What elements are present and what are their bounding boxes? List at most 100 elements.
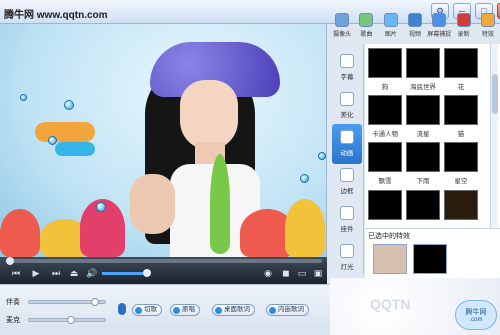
effect-thumbnail[interactable] (368, 142, 402, 172)
video-subject-face (180, 80, 238, 150)
original-vocal-icon (173, 307, 180, 314)
tab-animation[interactable]: 动画 (332, 124, 362, 164)
tab-label: 美化 (340, 112, 354, 119)
effect-thumbnail[interactable] (406, 48, 440, 78)
fish-decoration (35, 122, 95, 142)
original-vocal-button[interactable]: 原唱 (170, 304, 200, 316)
bubble-decoration (300, 174, 309, 183)
effects-icon (480, 13, 495, 27)
seek-knob[interactable] (6, 257, 14, 265)
effect-thumbnail[interactable] (406, 190, 440, 220)
desktop-lyrics-button[interactable]: 桌面歌词 (212, 304, 255, 316)
tool-label: 图片 (384, 32, 397, 38)
embedded-lyrics-button[interactable]: 内嵌歌词 (266, 304, 309, 316)
play-button[interactable]: ▶ (30, 268, 42, 279)
switch-song-icon (135, 307, 142, 314)
effect-thumbnail[interactable] (406, 95, 440, 125)
scrollbar-thumb[interactable] (492, 74, 498, 114)
embedded-lyrics-icon (269, 307, 276, 314)
effect-thumbnail[interactable] (444, 142, 478, 172)
beautify-icon (340, 92, 354, 106)
bubble-decoration (48, 136, 57, 145)
desktop-lyrics-icon (215, 307, 222, 314)
app-window: 腾牛网 www.qqtn.com ⚙ ─ □ ✕ 摄像头 歌曲 图片 视频 屏幕… (0, 0, 500, 335)
tool-video[interactable]: 视频 (403, 12, 427, 42)
bubble-decoration (64, 100, 74, 110)
mic-slider[interactable] (28, 316, 106, 324)
effect-caption: 流星 (416, 131, 430, 138)
selected-effects-title: 已选中的特效 (368, 233, 410, 240)
effect-caption: 飘雪 (378, 178, 392, 185)
eject-button[interactable]: ⏏ (68, 268, 80, 279)
music-note-icon (359, 13, 374, 27)
coral-decoration (210, 154, 230, 254)
tab-beautify[interactable]: 美化 (332, 86, 362, 126)
tab-light[interactable]: 灯光 (332, 238, 362, 278)
effect-thumbnail[interactable] (444, 95, 478, 125)
volume-icon[interactable]: 🔊 (86, 268, 98, 279)
microphone-icon[interactable] (118, 303, 126, 315)
tab-label: 灯光 (340, 264, 354, 271)
effect-thumbnail[interactable] (368, 95, 402, 125)
button-label: 内嵌歌词 (278, 306, 304, 313)
fullscreen-icon[interactable]: ▭ (296, 268, 308, 279)
bubble-decoration (96, 202, 106, 212)
button-label: 切歌 (144, 306, 157, 313)
tab-subtitle[interactable]: 字幕 (332, 48, 362, 88)
tool-label: 歌曲 (360, 32, 373, 38)
mixer-panel: 伴奏 麦克 切歌 原唱 桌面歌词 内嵌歌词 (0, 284, 330, 335)
volume-slider[interactable] (102, 269, 151, 277)
selected-effect-item[interactable] (413, 244, 447, 274)
seek-bar[interactable] (6, 257, 322, 265)
effect-caption: 卡通人物 (372, 131, 398, 138)
selected-effect-item[interactable] (373, 244, 407, 274)
prev-button[interactable]: ⏮ (10, 268, 22, 279)
volume-fill (102, 272, 146, 275)
next-button[interactable]: ⏭ (50, 268, 62, 279)
tab-pendant[interactable]: 挂件 (332, 200, 362, 240)
tool-music[interactable]: 歌曲 (354, 12, 378, 42)
subtitle-icon (340, 54, 354, 68)
effect-thumbnail[interactable] (444, 190, 478, 220)
switch-song-button[interactable]: 切歌 (132, 304, 162, 316)
mic-label: 麦克 (6, 317, 20, 324)
effect-caption: 海底世界 (410, 84, 436, 91)
tool-screen-capture[interactable]: 屏幕捕捉 (427, 12, 451, 42)
effects-scrollbar[interactable] (490, 44, 498, 228)
tool-effects[interactable]: 特效 (476, 12, 500, 42)
video-icon (407, 13, 422, 27)
mic-knob[interactable] (67, 316, 75, 324)
display-icon[interactable]: ▣ (312, 268, 324, 279)
camera-icon (335, 13, 350, 27)
effect-thumbnail[interactable] (368, 190, 402, 220)
tool-label: 特效 (481, 32, 494, 38)
tool-camera[interactable]: 摄像头 (330, 12, 354, 42)
site-watermark: 腾牛网 www.qqtn.com (4, 10, 108, 21)
effect-thumbnail[interactable] (444, 48, 478, 78)
tab-label: 边框 (340, 188, 354, 195)
effect-thumbnail[interactable] (406, 142, 440, 172)
coral-decoration (0, 209, 40, 257)
tool-picture[interactable]: 图片 (379, 12, 403, 42)
qqtn-logo-text: QQTN (370, 296, 411, 312)
bubble-decoration (20, 94, 27, 101)
accompany-knob[interactable] (91, 298, 99, 306)
volume-knob[interactable] (143, 269, 151, 277)
tab-frame[interactable]: 边框 (332, 162, 362, 202)
accompany-slider[interactable] (28, 298, 106, 306)
fish-decoration (55, 142, 95, 156)
effect-caption: 狗 (381, 84, 389, 91)
effect-thumbnail[interactable] (368, 48, 402, 78)
tab-label: 字幕 (340, 74, 354, 81)
photo-icon[interactable]: ◼ (280, 268, 292, 279)
animation-icon (340, 130, 354, 144)
tool-record[interactable]: 录制 (452, 12, 476, 42)
tool-label: 屏幕捕捉 (427, 32, 452, 38)
tab-label: 挂件 (340, 226, 354, 233)
badge-line1: 腾牛网 (465, 309, 487, 316)
site-badge: 腾牛网 .com (455, 300, 497, 330)
playback-controls: ⏮ ▶ ⏭ ⏏ 🔊 ◉ ◼ ▭ ▣ (0, 257, 327, 284)
coral-decoration (285, 199, 325, 257)
picture-icon (383, 13, 398, 27)
camera-snapshot-icon[interactable]: ◉ (262, 268, 274, 279)
